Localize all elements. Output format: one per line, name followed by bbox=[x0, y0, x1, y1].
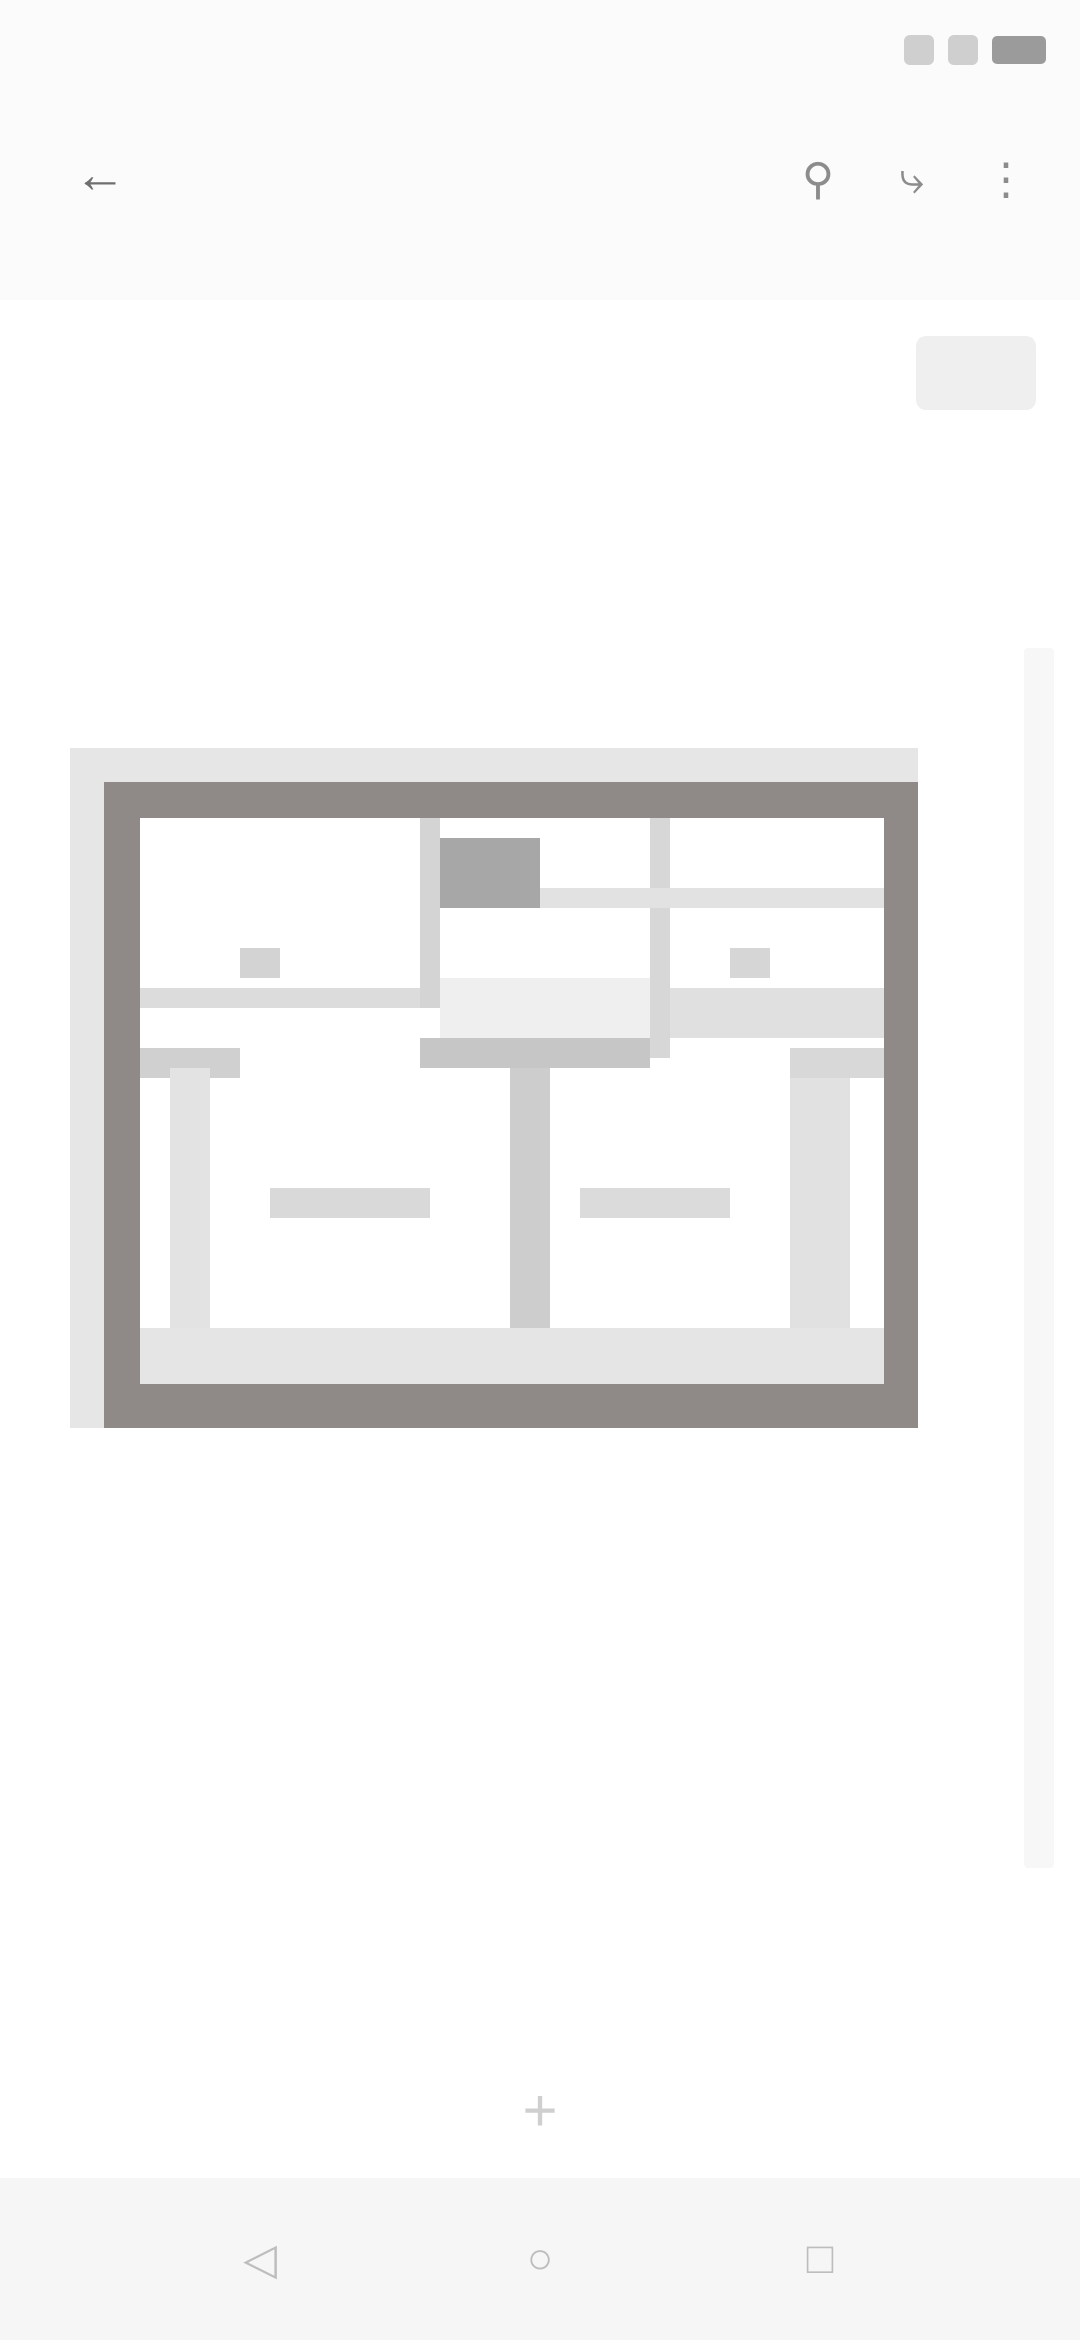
fixture-1 bbox=[240, 948, 280, 978]
home-icon: ○ bbox=[526, 2234, 554, 2283]
pill-button[interactable] bbox=[916, 336, 1036, 410]
right-column bbox=[790, 1078, 850, 1358]
status-bar bbox=[0, 0, 1080, 100]
back-icon: ◁ bbox=[243, 2234, 277, 2284]
inner-wall-g bbox=[790, 1048, 884, 1078]
share-button[interactable]: ⤷ bbox=[878, 145, 946, 213]
left-column bbox=[170, 1068, 210, 1358]
status-icons bbox=[904, 32, 1046, 68]
fixture-2 bbox=[730, 948, 770, 978]
inner-wall-e bbox=[670, 988, 884, 1038]
inner-wall-c bbox=[650, 818, 670, 1058]
back-button[interactable]: ← bbox=[60, 135, 140, 215]
nav-back-button[interactable]: ◁ bbox=[215, 2214, 305, 2304]
screen: ← ⚲ ⤷ ⋮ + ◁ ○ □ bbox=[0, 0, 1080, 2340]
center-action-button[interactable]: + bbox=[470, 2040, 610, 2180]
more-icon: ⋮ bbox=[984, 154, 1028, 204]
signal-icon bbox=[904, 35, 934, 65]
bottom-band bbox=[140, 1328, 884, 1384]
hall-wall bbox=[420, 1038, 650, 1068]
plan-label-right-bar bbox=[580, 1188, 730, 1218]
nav-recents-button[interactable]: □ bbox=[775, 2214, 865, 2304]
nav-home-button[interactable]: ○ bbox=[495, 2214, 585, 2304]
inner-wall-b bbox=[420, 818, 440, 1008]
floor-plan-drawing bbox=[70, 748, 918, 1428]
plan-label-left-bar bbox=[270, 1188, 430, 1218]
nav-bar: ◁ ○ □ bbox=[0, 2178, 1080, 2340]
header-actions: ⚲ ⤷ ⋮ bbox=[784, 145, 1040, 213]
back-arrow-icon: ← bbox=[74, 146, 126, 204]
scrollbar-track[interactable] bbox=[1024, 648, 1054, 1868]
inner-wall-d bbox=[520, 888, 884, 908]
battery-icon bbox=[992, 36, 1046, 64]
central-room bbox=[440, 838, 540, 908]
search-icon: ⚲ bbox=[801, 154, 835, 204]
recents-icon: □ bbox=[806, 2234, 834, 2283]
floor-plan bbox=[70, 748, 918, 1428]
more-button[interactable]: ⋮ bbox=[972, 145, 1040, 213]
inner-wall-a bbox=[140, 988, 440, 1008]
search-button[interactable]: ⚲ bbox=[784, 145, 852, 213]
add-icon: + bbox=[522, 2076, 558, 2144]
central-hall bbox=[440, 978, 650, 1048]
wifi-icon bbox=[948, 35, 978, 65]
share-icon: ⤷ bbox=[899, 154, 925, 203]
